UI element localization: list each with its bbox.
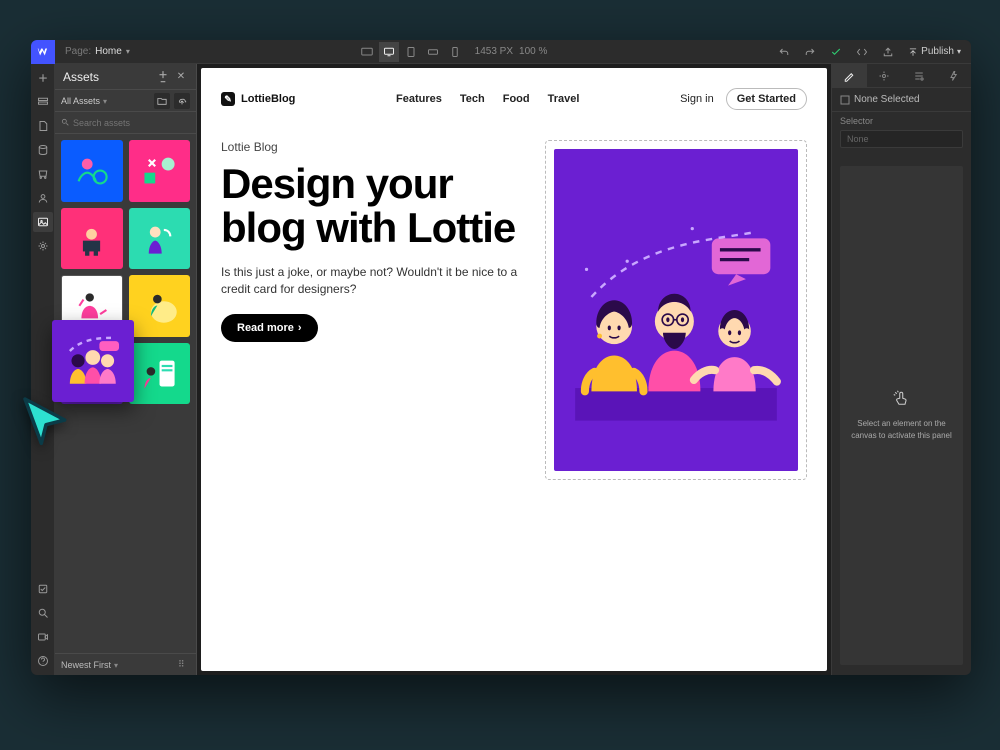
canvas-dimensions: 1453 PX 100 % [465, 46, 558, 57]
sign-in-link[interactable]: Sign in [680, 93, 714, 105]
hero-title: Design your blog with Lottie [221, 162, 521, 250]
video-icon[interactable] [33, 627, 53, 647]
upload-cloud-icon[interactable] [174, 93, 190, 109]
empty-message: Select an element on the canvas to activ… [850, 418, 953, 440]
asset-thumb[interactable] [129, 275, 191, 337]
navigator-icon[interactable] [33, 92, 53, 112]
asset-thumb[interactable] [129, 343, 191, 405]
canvas-wrapper: ✎ LottieBlog Features Tech Food Travel S… [197, 64, 831, 675]
right-panel: None Selected Selector None Select an el… [831, 64, 971, 675]
chevron-right-icon: › [298, 322, 302, 334]
none-selected-label: None Selected [854, 94, 920, 105]
chevron-down-icon: ▾ [957, 47, 961, 56]
assets-title: Assets [63, 70, 152, 84]
webflow-logo[interactable] [31, 40, 55, 64]
publish-button[interactable]: Publish ▾ [904, 46, 965, 57]
bp-tablet-icon[interactable] [401, 42, 421, 62]
assets-sort[interactable]: Newest First [61, 660, 178, 670]
asset-thumb[interactable] [129, 140, 191, 202]
nav-link[interactable]: Food [503, 93, 530, 105]
nav-link[interactable]: Travel [548, 93, 580, 105]
add-element-icon[interactable] [33, 68, 53, 88]
asset-thumb[interactable] [129, 208, 191, 270]
cms-icon[interactable] [33, 140, 53, 160]
cursor-pointer-icon [18, 392, 74, 453]
site-nav: ✎ LottieBlog Features Tech Food Travel S… [221, 88, 807, 110]
search-icon[interactable] [33, 603, 53, 623]
assets-search-input[interactable] [73, 118, 190, 128]
hero-subtitle: Is this just a joke, or maybe not? Would… [221, 264, 521, 298]
selector-label: Selector [832, 112, 971, 130]
bp-mobile-icon[interactable] [445, 42, 465, 62]
code-icon[interactable] [852, 42, 872, 62]
read-more-label: Read more [237, 322, 294, 334]
style-tab-icon[interactable] [832, 64, 867, 87]
topbar-right: Publish ▾ [774, 42, 971, 62]
nav-link[interactable]: Features [396, 93, 442, 105]
assets-filter[interactable]: All Assets [61, 96, 150, 106]
site-logo[interactable]: ✎ LottieBlog [221, 92, 295, 106]
export-icon[interactable] [878, 42, 898, 62]
settings-icon[interactable] [33, 236, 53, 256]
page-name: Home [95, 46, 122, 57]
page-label: Page: [65, 46, 91, 57]
read-more-button[interactable]: Read more › [221, 314, 318, 342]
selection-row: None Selected [832, 88, 971, 112]
status-saved-icon[interactable] [826, 42, 846, 62]
canvas[interactable]: ✎ LottieBlog Features Tech Food Travel S… [201, 68, 827, 671]
assets-icon[interactable] [33, 212, 53, 232]
close-icon[interactable]: ✕ [174, 70, 188, 84]
audit-icon[interactable] [33, 579, 53, 599]
nav-link[interactable]: Tech [460, 93, 485, 105]
topbar: Page: Home ▾ 1453 PX 100 % Publish [31, 40, 971, 64]
tap-icon [893, 390, 911, 408]
publish-label: Publish [921, 46, 954, 57]
asset-thumb[interactable] [61, 140, 123, 202]
search-icon [61, 118, 69, 128]
brand-name: LottieBlog [241, 93, 295, 105]
ecommerce-icon[interactable] [33, 164, 53, 184]
chevron-down-icon: ▾ [126, 47, 130, 56]
redo-icon[interactable] [800, 42, 820, 62]
empty-state: Select an element on the canvas to activ… [840, 166, 963, 665]
bp-xl-icon[interactable] [357, 42, 377, 62]
logo-mark-icon: ✎ [221, 92, 235, 106]
hero-kicker: Lottie Blog [221, 140, 521, 154]
undo-icon[interactable] [774, 42, 794, 62]
get-started-button[interactable]: Get Started [726, 88, 807, 110]
bp-desktop-icon[interactable] [379, 42, 399, 62]
bp-mobile-l-icon[interactable] [423, 42, 443, 62]
help-icon[interactable] [33, 651, 53, 671]
asset-thumb[interactable] [61, 208, 123, 270]
image-dropzone[interactable] [545, 140, 807, 480]
canvas-width: 1453 PX [475, 46, 513, 57]
settings-tab-icon[interactable] [867, 64, 902, 87]
users-icon[interactable] [33, 188, 53, 208]
selector-input[interactable]: None [840, 130, 963, 148]
page-selector[interactable]: Page: Home ▾ [55, 46, 140, 57]
grid-view-icon[interactable]: ⠿ [178, 659, 190, 670]
dragging-asset-thumb[interactable] [52, 320, 134, 402]
app-window: Page: Home ▾ 1453 PX 100 % Publish [31, 40, 971, 675]
style-manager-tab-icon[interactable] [902, 64, 937, 87]
interactions-tab-icon[interactable] [936, 64, 971, 87]
canvas-zoom: 100 % [519, 46, 547, 57]
breakpoint-switcher [357, 42, 465, 62]
new-folder-icon[interactable] [154, 93, 170, 109]
pin-icon[interactable] [156, 70, 170, 84]
hero-illustration [554, 149, 798, 471]
pages-icon[interactable] [33, 116, 53, 136]
